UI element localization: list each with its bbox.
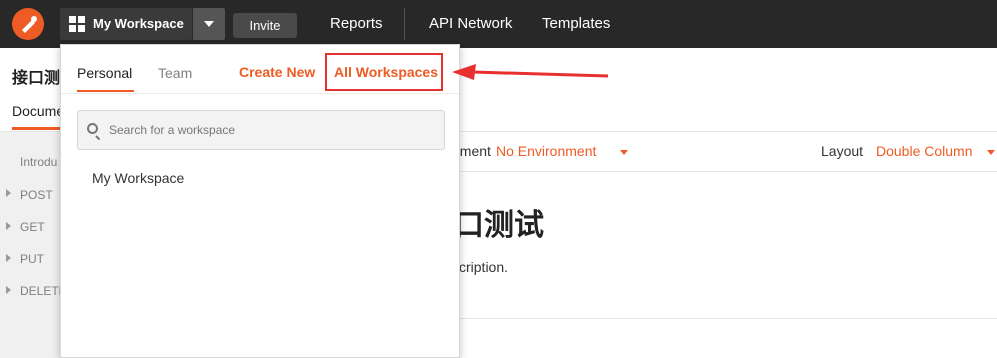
invite-button[interactable]: Invite bbox=[233, 13, 297, 38]
environment-select[interactable]: No Environment bbox=[496, 143, 596, 159]
dropdown-divider bbox=[61, 93, 459, 94]
doc-description: scription. bbox=[452, 259, 509, 275]
tab-documentation[interactable]: Docume bbox=[12, 103, 64, 119]
layout-select[interactable]: Double Column bbox=[876, 143, 973, 159]
workspace-switcher-label: My Workspace bbox=[93, 16, 184, 31]
workspace-dropdown: Personal Team Create New All Workspaces … bbox=[60, 44, 460, 358]
create-new-link[interactable]: Create New bbox=[239, 64, 315, 80]
collection-title: 接口测 bbox=[12, 70, 61, 87]
layout-label: Layout bbox=[821, 143, 864, 159]
postman-logo-icon[interactable] bbox=[12, 8, 44, 40]
nav-api-network[interactable]: API Network bbox=[429, 0, 512, 48]
chevron-down-icon[interactable] bbox=[987, 150, 995, 155]
active-tab-indicator bbox=[12, 127, 67, 130]
caret-right-icon[interactable] bbox=[6, 286, 11, 294]
annotation-highlight-box bbox=[325, 53, 443, 91]
caret-right-icon[interactable] bbox=[6, 254, 11, 262]
workspace-grid-icon bbox=[69, 16, 85, 32]
sidebar: Introdu POST GET PUT DELETE bbox=[0, 132, 67, 358]
chevron-down-icon[interactable] bbox=[620, 150, 628, 155]
workspace-dropdown-toggle[interactable] bbox=[193, 8, 225, 40]
content-divider bbox=[460, 318, 997, 319]
sidebar-item-get[interactable]: GET bbox=[20, 220, 45, 234]
nav-templates[interactable]: Templates bbox=[542, 0, 610, 48]
workspace-list-item[interactable]: My Workspace bbox=[92, 170, 184, 186]
search-icon bbox=[87, 123, 98, 134]
tab-team[interactable]: Team bbox=[158, 65, 192, 81]
chevron-down-icon bbox=[204, 21, 214, 27]
doc-title: 口测试 bbox=[454, 208, 544, 243]
workspace-search-input[interactable] bbox=[109, 111, 439, 149]
tab-personal[interactable]: Personal bbox=[77, 65, 132, 81]
toolbar-divider bbox=[460, 171, 997, 172]
search-icon-handle bbox=[95, 135, 101, 141]
top-bar: My Workspace Invite Reports API Network … bbox=[0, 0, 997, 48]
sidebar-item-post[interactable]: POST bbox=[20, 188, 53, 202]
active-tab-indicator bbox=[77, 90, 134, 92]
sidebar-item-put[interactable]: PUT bbox=[20, 252, 44, 266]
annotation-arrow-icon bbox=[452, 64, 609, 80]
nav-divider bbox=[404, 8, 405, 40]
caret-right-icon[interactable] bbox=[6, 222, 11, 230]
caret-right-icon[interactable] bbox=[6, 189, 11, 197]
sidebar-item-introduction[interactable]: Introdu bbox=[20, 155, 57, 169]
nav-reports[interactable]: Reports bbox=[330, 0, 383, 48]
workspace-search[interactable] bbox=[77, 110, 445, 150]
